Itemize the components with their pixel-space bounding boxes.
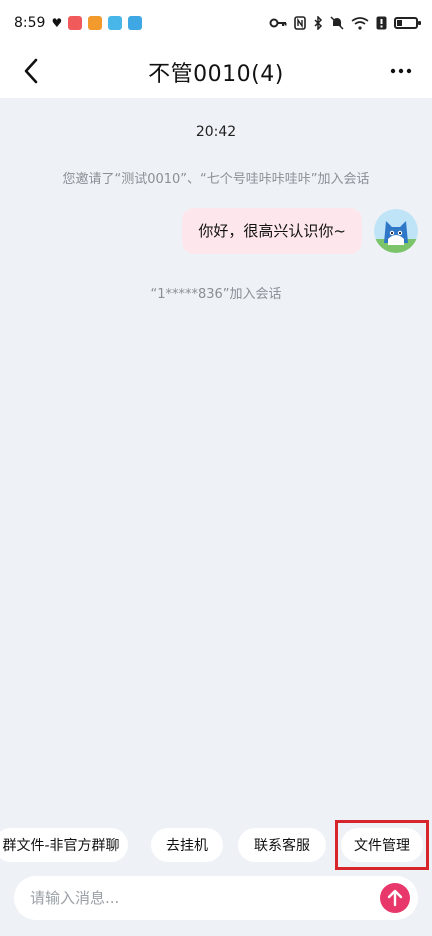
- arrow-up-icon: [387, 889, 403, 907]
- quick-action-file-management[interactable]: 文件管理: [341, 828, 423, 862]
- page-title: 不管0010(4): [148, 62, 284, 87]
- avatar-cat-icon: [374, 209, 418, 253]
- alert-icon: [376, 16, 387, 30]
- more-dots-icon: [390, 68, 412, 74]
- nfc-icon: [294, 16, 306, 30]
- heart-sync-icon: ♥: [51, 16, 63, 30]
- app-blue2-icon: [128, 16, 143, 30]
- system-join-message: “1*****836”加入会话: [150, 287, 282, 302]
- quick-action-contact-support[interactable]: 联系客服: [238, 828, 326, 862]
- key-icon: [269, 18, 287, 28]
- system-invite-message: 您邀请了“测试0010”、“七个号哇咔咔哇咔”加入会话: [62, 172, 370, 187]
- quick-action-group-files[interactable]: 群文件-非官方群聊: [0, 828, 128, 862]
- more-button[interactable]: [386, 56, 416, 86]
- send-button[interactable]: [380, 883, 410, 913]
- status-right: [269, 16, 421, 30]
- quick-action-hangup[interactable]: 去挂机: [151, 828, 223, 862]
- status-bar: 8:59 ♥: [0, 0, 432, 46]
- chevron-left-icon: [24, 58, 38, 84]
- back-button[interactable]: [16, 56, 46, 86]
- app-blue-icon: [108, 16, 123, 30]
- battery-icon: [394, 17, 421, 29]
- wifi-icon: [351, 16, 369, 30]
- quick-actions-bar: 群文件-非官方群聊 去挂机 联系客服 文件管理: [0, 828, 432, 866]
- app-orange-icon: [88, 16, 103, 30]
- chat-timestamp: 20:42: [195, 124, 237, 140]
- status-left: 8:59 ♥: [14, 15, 143, 31]
- message-input[interactable]: [28, 888, 380, 908]
- chat-header: 不管0010(4): [0, 46, 432, 98]
- status-time: 8:59: [14, 15, 46, 31]
- avatar[interactable]: [374, 209, 418, 253]
- app-red-icon: [68, 16, 83, 30]
- message-bubble[interactable]: 你好，很高兴认识你~: [182, 208, 362, 254]
- outgoing-message-row: 你好，很高兴认识你~: [182, 208, 418, 254]
- bluetooth-icon: [314, 16, 323, 30]
- message-input-bar: [14, 876, 418, 920]
- mute-icon: [330, 16, 344, 30]
